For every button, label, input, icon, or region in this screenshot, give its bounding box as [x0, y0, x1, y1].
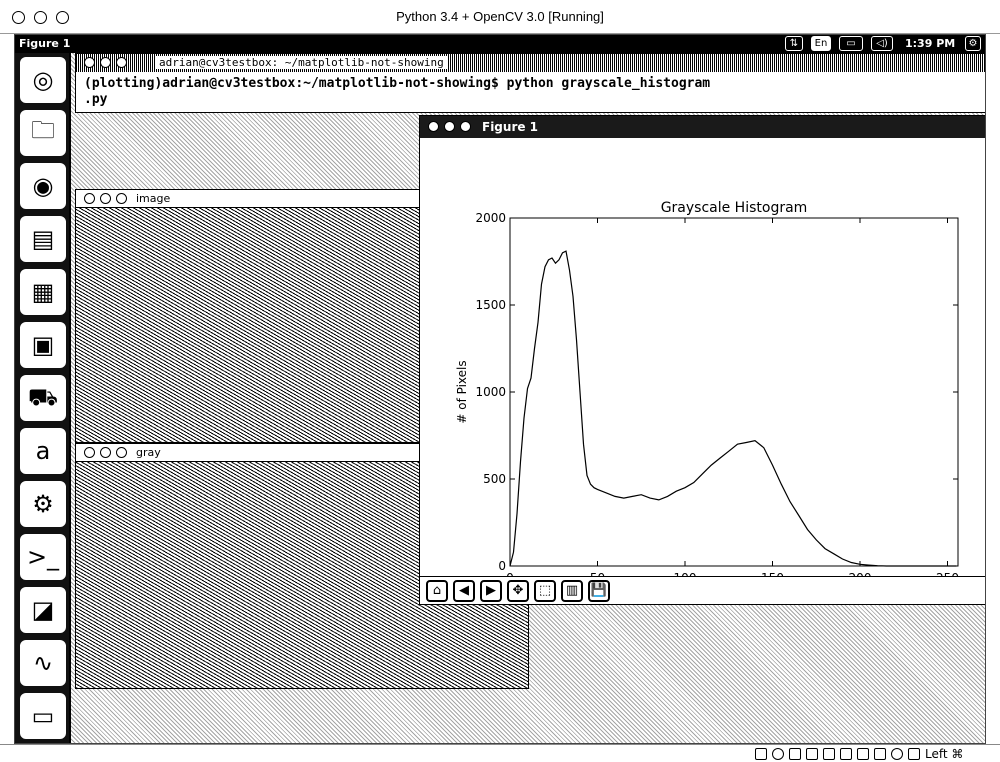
image-canvas — [76, 208, 419, 442]
impress-icon[interactable]: ▣ — [20, 322, 66, 368]
y-tick-label: 500 — [483, 472, 506, 486]
y-tick-label: 1500 — [475, 298, 506, 312]
image-maximize-button[interactable] — [116, 193, 127, 204]
writer-icon[interactable]: ▤ — [20, 216, 66, 262]
ubuntu-dash-icon[interactable]: ◎ — [20, 57, 66, 103]
figure-minimize-button[interactable] — [444, 121, 455, 132]
trash-icon[interactable]: ▭ — [20, 693, 66, 739]
display-icon[interactable] — [823, 748, 835, 760]
back-icon[interactable]: ◀ — [453, 580, 475, 602]
software-center-icon[interactable]: ⛟ — [20, 375, 66, 421]
forward-icon[interactable]: ▶ — [480, 580, 502, 602]
battery-icon[interactable]: ▭ — [839, 36, 863, 51]
pan-icon[interactable]: ✥ — [507, 580, 529, 602]
hdd-icon[interactable] — [755, 748, 767, 760]
top-panel: Figure 1 ⇅ En ▭ ◁) 1:39 PM ⚙ — [15, 35, 985, 53]
figure-maximize-button[interactable] — [460, 121, 471, 132]
terminal-maximize-button[interactable] — [116, 57, 127, 68]
host-titlebar: Python 3.4 + OpenCV 3.0 [Running] — [0, 0, 1000, 34]
volume-icon[interactable]: ◁) — [871, 36, 893, 51]
shared-folders-icon[interactable] — [806, 748, 818, 760]
plot-frame — [509, 217, 959, 567]
network-icon[interactable] — [840, 748, 852, 760]
figure-window-title: Figure 1 — [482, 120, 539, 134]
terminal-title: adrian@cv3testbox: ~/matplotlib-not-show… — [156, 56, 447, 69]
optical-drive-icon[interactable] — [772, 748, 784, 760]
chart-title: Grayscale Histogram — [661, 200, 808, 216]
zoom-icon[interactable]: ⬚ — [534, 580, 556, 602]
updown-icon[interactable]: ⇅ — [785, 36, 803, 51]
terminal-titlebar[interactable]: adrian@cv3testbox: ~/matplotlib-not-show… — [76, 54, 985, 72]
mouse-integration-icon[interactable] — [891, 748, 903, 760]
active-app-name: Figure 1 — [19, 37, 71, 50]
terminal-minimize-button[interactable] — [100, 57, 111, 68]
image-window-title: image — [136, 192, 171, 205]
image-close-button[interactable] — [84, 193, 95, 204]
arrow-icon[interactable] — [908, 748, 920, 760]
figure-toolbar: ⌂ ◀ ▶ ✥ ⬚ ▥ 💾 — [420, 576, 985, 604]
amazon-icon[interactable]: a — [20, 428, 66, 474]
power-icon[interactable]: ⚙ — [965, 36, 981, 51]
system-monitor-icon[interactable]: ∿ — [20, 640, 66, 686]
home-icon[interactable]: ⌂ — [426, 580, 448, 602]
host-window-title: Python 3.4 + OpenCV 3.0 [Running] — [396, 9, 604, 24]
image-minimize-button[interactable] — [100, 193, 111, 204]
figure-close-button[interactable] — [428, 121, 439, 132]
save-icon[interactable]: 💾 — [588, 580, 610, 602]
keyboard-indicator[interactable]: En — [811, 36, 831, 51]
cpu-icon[interactable] — [874, 748, 886, 760]
firefox-icon[interactable]: ◉ — [20, 163, 66, 209]
terminal-output[interactable]: (plotting)adrian@cv3testbox:~/matplotlib… — [84, 76, 984, 108]
y-axis-label: # of Pixels — [455, 360, 469, 423]
terminal-line-2: .py — [84, 92, 108, 107]
calc-icon[interactable]: ▦ — [20, 269, 66, 315]
files-icon[interactable]: 🗀 — [20, 110, 66, 156]
terminal-icon[interactable]: >_ — [20, 534, 66, 580]
terminal-close-button[interactable] — [84, 57, 95, 68]
gray-window-title: gray — [136, 446, 161, 459]
terminal-window[interactable]: adrian@cv3testbox: ~/matplotlib-not-show… — [75, 53, 985, 113]
figure-window[interactable]: Figure 1 Grayscale Histogram050100150200… — [419, 115, 985, 605]
clock[interactable]: 1:39 PM — [905, 37, 955, 50]
settings-icon[interactable]: ⚙ — [20, 481, 66, 527]
figure-titlebar[interactable]: Figure 1 — [420, 116, 985, 138]
host-status-bar: Left ⌘ — [0, 744, 1000, 762]
guest-desktop: Figure 1 ⇅ En ▭ ◁) 1:39 PM ⚙ ◎ 🗀 ◉ ▤ ▦ ▣ ⛟ a ⚙ >_… — [14, 34, 986, 744]
usb-icon[interactable] — [789, 748, 801, 760]
terminal-line-1: (plotting)adrian@cv3testbox:~/matplotlib… — [84, 76, 711, 91]
gray-close-button[interactable] — [84, 447, 95, 458]
image-window-titlebar[interactable]: image — [76, 190, 419, 208]
gray-minimize-button[interactable] — [100, 447, 111, 458]
histogram-chart: Grayscale Histogram050100150200250050010… — [455, 200, 959, 605]
host-key-label: Left ⌘ — [925, 747, 964, 761]
launcher: ◎ 🗀 ◉ ▤ ▦ ▣ ⛟ a ⚙ >_ ◪ ∿ ▭ — [15, 53, 71, 743]
screen: Python 3.4 + OpenCV 3.0 [Running] Figure… — [0, 0, 1000, 762]
y-tick-label: 1000 — [475, 385, 506, 399]
image-window[interactable]: image — [75, 189, 420, 443]
gray-maximize-button[interactable] — [116, 447, 127, 458]
plot-area[interactable]: Grayscale Histogram050100150200250050010… — [420, 138, 985, 605]
y-tick-label: 0 — [498, 559, 506, 573]
text-editor-icon[interactable]: ◪ — [20, 587, 66, 633]
recording-icon[interactable] — [857, 748, 869, 760]
subplots-icon[interactable]: ▥ — [561, 580, 583, 602]
y-tick-label: 2000 — [475, 211, 506, 225]
